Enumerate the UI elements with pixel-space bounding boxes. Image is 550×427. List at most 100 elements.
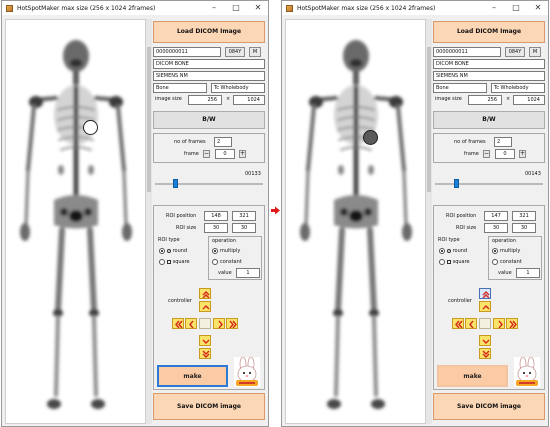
- roi-position-label: ROI position: [166, 213, 197, 219]
- bone-scan-image: [300, 40, 412, 409]
- close-button[interactable]: ✕: [250, 1, 266, 15]
- scan-image-view[interactable]: [285, 19, 426, 424]
- maximize-button[interactable]: □: [228, 1, 244, 15]
- value-field[interactable]: 1: [516, 268, 540, 278]
- image-scrollbar[interactable]: [146, 19, 152, 424]
- make-button[interactable]: make: [157, 365, 228, 387]
- protocol-field[interactable]: Tc Wholebody: [211, 83, 265, 93]
- close-button[interactable]: ✕: [530, 1, 546, 15]
- square-radio[interactable]: [159, 259, 165, 265]
- right-button[interactable]: [213, 318, 225, 329]
- patient-id-field[interactable]: 0000000011: [433, 47, 501, 57]
- up-fast-button[interactable]: [199, 288, 211, 299]
- scrollbar-thumb[interactable]: [147, 47, 151, 192]
- square-radio[interactable]: [439, 259, 445, 265]
- slider-track[interactable]: [155, 183, 263, 185]
- roi-x-field[interactable]: 147: [484, 211, 508, 221]
- frame-field[interactable]: 0: [215, 149, 235, 159]
- down-button[interactable]: [479, 335, 491, 346]
- right-fast-button[interactable]: [506, 318, 518, 329]
- study-field[interactable]: DICOM BONE: [433, 59, 545, 69]
- maximize-button[interactable]: □: [508, 1, 524, 15]
- multiply-radio[interactable]: [492, 248, 498, 254]
- load-dicom-button[interactable]: Load DICOM Image: [153, 21, 265, 43]
- save-dicom-button[interactable]: Save DICOM image: [153, 393, 265, 420]
- frame-plus-button[interactable]: +: [239, 150, 246, 158]
- value-field[interactable]: 1: [236, 268, 260, 278]
- constant-label: constant: [220, 259, 242, 265]
- roi-h-field[interactable]: 30: [512, 223, 536, 233]
- slider-thumb[interactable]: [172, 179, 178, 188]
- up-button[interactable]: [199, 301, 211, 312]
- down-fast-button[interactable]: [199, 348, 211, 359]
- center-button[interactable]: [199, 318, 211, 329]
- frames-label: no of frames: [454, 139, 486, 145]
- save-dicom-button[interactable]: Save DICOM image: [433, 393, 545, 420]
- constant-radio[interactable]: [492, 259, 498, 265]
- square-radio-label: square: [447, 259, 470, 266]
- image-scrollbar[interactable]: [426, 19, 432, 424]
- app-icon: [6, 4, 13, 12]
- frames-field[interactable]: 2: [214, 137, 232, 147]
- body-part-field[interactable]: Bone: [153, 83, 207, 93]
- age-field[interactable]: 084Y: [225, 47, 245, 57]
- make-button[interactable]: make: [437, 365, 508, 387]
- bw-button[interactable]: B/W: [153, 111, 265, 129]
- bw-button[interactable]: B/W: [433, 111, 545, 129]
- minimize-button[interactable]: –: [486, 1, 502, 15]
- frames-field[interactable]: 2: [494, 137, 512, 147]
- center-button[interactable]: [479, 318, 491, 329]
- up-fast-button[interactable]: [479, 288, 491, 299]
- roi-hot-spot[interactable]: [363, 130, 378, 145]
- image-height-field[interactable]: 1024: [513, 95, 545, 105]
- round-radio[interactable]: [439, 248, 445, 254]
- patient-id-field[interactable]: 0000000011: [153, 47, 221, 57]
- multiply-radio[interactable]: [212, 248, 218, 254]
- double-up-icon: [482, 291, 490, 298]
- slider-track[interactable]: [435, 183, 543, 185]
- frame-minus-button[interactable]: −: [203, 150, 210, 158]
- left-fast-button[interactable]: [172, 318, 184, 329]
- sex-field[interactable]: M: [529, 47, 541, 57]
- age-field[interactable]: 084Y: [505, 47, 525, 57]
- right-fast-button[interactable]: [226, 318, 238, 329]
- frame-minus-button[interactable]: −: [483, 150, 490, 158]
- left-button[interactable]: [185, 318, 197, 329]
- roi-w-field[interactable]: 30: [204, 223, 228, 233]
- load-dicom-button[interactable]: Load DICOM Image: [433, 21, 545, 43]
- down-button[interactable]: [199, 335, 211, 346]
- study-field[interactable]: DICOM BONE: [153, 59, 265, 69]
- scrollbar-thumb[interactable]: [427, 47, 431, 192]
- double-down-icon: [202, 350, 210, 358]
- roi-h-field[interactable]: 30: [232, 223, 256, 233]
- operation-group: operation multiply constant value 1: [488, 236, 542, 280]
- frame-field[interactable]: 0: [495, 149, 515, 159]
- minimize-button[interactable]: –: [206, 1, 222, 15]
- sex-field[interactable]: M: [249, 47, 261, 57]
- roi-x-field[interactable]: 148: [204, 211, 228, 221]
- image-width-field[interactable]: 256: [468, 95, 502, 105]
- right-button[interactable]: [493, 318, 505, 329]
- slider-thumb[interactable]: [453, 179, 459, 188]
- manufacturer-field[interactable]: SIEMENS NM: [433, 71, 545, 81]
- roi-marker[interactable]: [83, 120, 98, 135]
- body-part-field[interactable]: Bone: [433, 83, 487, 93]
- frame-plus-button[interactable]: +: [519, 150, 526, 158]
- roi-y-field[interactable]: 321: [232, 211, 256, 221]
- image-width-field[interactable]: 256: [188, 95, 222, 105]
- roi-type-label: ROI type: [438, 237, 460, 243]
- image-height-field[interactable]: 1024: [233, 95, 265, 105]
- round-radio[interactable]: [159, 248, 165, 254]
- up-button[interactable]: [479, 301, 491, 312]
- constant-radio[interactable]: [212, 259, 218, 265]
- scan-image-view[interactable]: [5, 19, 146, 424]
- circle-icon: [447, 248, 451, 253]
- window-title: HotSpotMaker max size (256 x 1024 2frame…: [297, 4, 436, 12]
- manufacturer-field[interactable]: SIEMENS NM: [153, 71, 265, 81]
- protocol-field[interactable]: Tc Wholebody: [491, 83, 545, 93]
- down-fast-button[interactable]: [479, 348, 491, 359]
- roi-w-field[interactable]: 30: [484, 223, 508, 233]
- roi-y-field[interactable]: 321: [512, 211, 536, 221]
- left-button[interactable]: [465, 318, 477, 329]
- left-fast-button[interactable]: [452, 318, 464, 329]
